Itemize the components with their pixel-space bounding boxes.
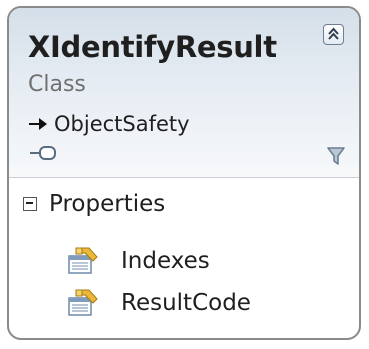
collapse-chevrons-icon[interactable]	[323, 24, 344, 45]
class-shape[interactable]: XIdentifyResult Class ObjectSafety Prope…	[7, 6, 361, 340]
inheritance-arrow-icon	[29, 118, 47, 130]
property-icon	[68, 247, 98, 274]
filter-funnel-icon[interactable]	[327, 146, 345, 166]
property-row-indexes[interactable]: Indexes	[67, 244, 210, 278]
base-class-row: ObjectSafety	[28, 111, 190, 137]
minus-toggle-icon[interactable]	[23, 197, 37, 211]
lollipop-interface-icon[interactable]	[29, 145, 57, 161]
class-kind: Class	[28, 72, 86, 97]
property-icon	[68, 289, 98, 316]
compartment-label: Properties	[49, 191, 166, 217]
class-header: XIdentifyResult Class ObjectSafety	[9, 8, 359, 178]
property-row-resultcode[interactable]: ResultCode	[67, 286, 251, 320]
properties-compartment-header[interactable]: Properties	[23, 188, 165, 220]
property-name: ResultCode	[121, 290, 251, 316]
class-title: XIdentifyResult	[28, 30, 277, 64]
property-name: Indexes	[121, 248, 210, 274]
base-class-name: ObjectSafety	[54, 112, 190, 136]
